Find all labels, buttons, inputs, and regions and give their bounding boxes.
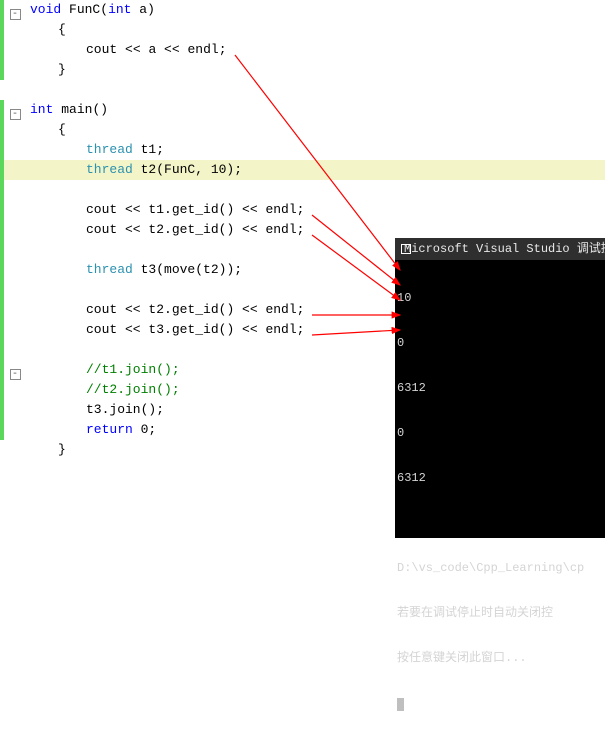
keyword-void: void bbox=[30, 2, 61, 17]
console-line: 6312 bbox=[397, 471, 603, 486]
fold-icon[interactable]: - bbox=[10, 109, 21, 120]
fold-icon[interactable]: - bbox=[10, 369, 21, 380]
console-line: D:\vs_code\Cpp_Learning\cp bbox=[397, 561, 603, 576]
brace-open: { bbox=[30, 20, 66, 40]
brace-close: } bbox=[30, 60, 66, 80]
console-cursor bbox=[397, 698, 404, 711]
thread-type: thread bbox=[86, 142, 133, 157]
console-output: 10 0 6312 0 6312 D:\vs_code\Cpp_Learning… bbox=[395, 260, 605, 742]
console-titlebar[interactable]: Microsoft Visual Studio 调试控 bbox=[395, 238, 605, 260]
fold-icon[interactable]: - bbox=[10, 9, 21, 20]
t2-declaration: t2(FunC, 10); bbox=[133, 162, 242, 177]
cout-stmt: cout bbox=[86, 42, 117, 57]
t3-join: t3.join(); bbox=[86, 402, 164, 417]
func-name: FunC bbox=[69, 2, 100, 17]
main-func: main bbox=[61, 102, 92, 117]
console-line: 0 bbox=[397, 336, 603, 351]
console-line: 0 bbox=[397, 426, 603, 441]
debug-console-window[interactable]: Microsoft Visual Studio 调试控 10 0 6312 0 … bbox=[395, 238, 605, 538]
console-line: 10 bbox=[397, 291, 603, 306]
console-line: 若要在调试停止时自动关闭控 bbox=[397, 606, 603, 621]
comment: //t2.join(); bbox=[86, 382, 180, 397]
console-line: 按任意键关闭此窗口... bbox=[397, 651, 603, 666]
console-line bbox=[397, 516, 603, 531]
comment: //t1.join(); bbox=[86, 362, 180, 377]
console-line: 6312 bbox=[397, 381, 603, 396]
console-title-text: Microsoft Visual Studio 调试控 bbox=[404, 238, 605, 260]
